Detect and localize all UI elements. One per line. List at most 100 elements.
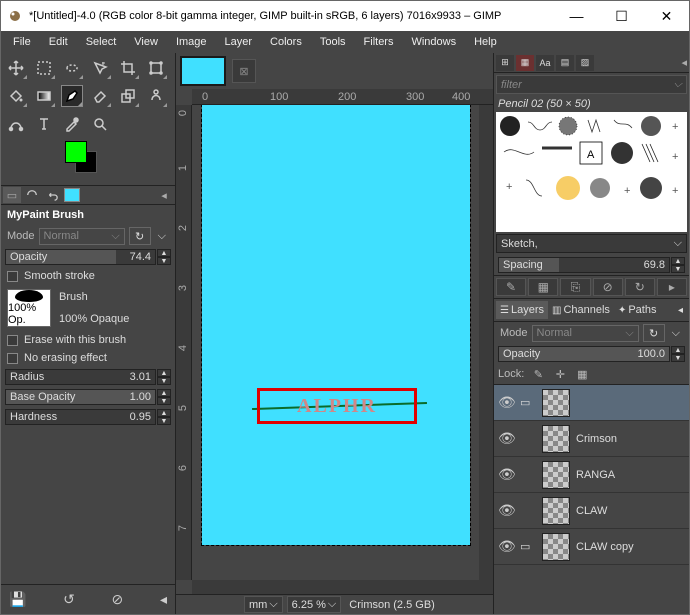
brush-grid[interactable]: + A + + + +	[496, 112, 687, 232]
layer-opacity-slider[interactable]: Opacity100.0▲▼	[494, 344, 689, 364]
fuzzy-select-tool[interactable]	[89, 57, 111, 79]
crop-tool[interactable]	[117, 57, 139, 79]
layer-row[interactable]: 👁RANGA	[494, 457, 689, 493]
eye-icon[interactable]: 👁	[498, 502, 514, 519]
channels-tab[interactable]: ▥Channels	[548, 301, 614, 319]
transform-tool[interactable]	[145, 57, 167, 79]
undo-tab[interactable]	[43, 187, 61, 203]
layer-mode-reset[interactable]: ↻	[643, 324, 665, 342]
save-preset-icon[interactable]: 💾	[9, 591, 26, 608]
brush-filter[interactable]: filter⌵	[496, 75, 687, 94]
mypaint-brush-tool[interactable]	[61, 85, 83, 107]
mode-select[interactable]: Normal⌵	[39, 228, 125, 245]
opacity-slider[interactable]: Opacity74.4 ▲▼	[1, 247, 175, 267]
maximize-button[interactable]: ☐	[599, 1, 644, 31]
canvas[interactable]	[202, 105, 470, 545]
canvas-area[interactable]: ALPHR	[192, 105, 479, 580]
zoom-select[interactable]: 6.25 %⌵	[287, 596, 342, 613]
dup-brush-icon[interactable]: ⎘	[560, 278, 590, 296]
delete-preset-icon[interactable]: ⊘	[112, 591, 124, 608]
del-brush-icon[interactable]: ⊘	[593, 278, 623, 296]
noerase-check[interactable]: No erasing effect	[1, 349, 175, 367]
images-tab[interactable]	[63, 187, 81, 203]
menu-edit[interactable]: Edit	[41, 33, 76, 51]
radius-slider[interactable]: Radius3.01▲▼	[1, 367, 175, 387]
layers-tab[interactable]: ☰Layers	[496, 301, 548, 319]
hardness-slider[interactable]: Hardness0.95▲▼	[1, 407, 175, 427]
restore-preset-icon[interactable]: ↺	[63, 591, 75, 608]
close-button[interactable]: ✕	[644, 1, 689, 31]
color-picker-tool[interactable]	[61, 113, 83, 135]
open-brush-icon[interactable]: ▸	[657, 278, 687, 296]
configure-tab-icon[interactable]: ◂	[155, 187, 173, 203]
paths-tool[interactable]	[5, 113, 27, 135]
eraser-tool[interactable]	[89, 85, 111, 107]
gradient-tab[interactable]: ▨	[576, 55, 594, 71]
text-tool[interactable]	[33, 113, 55, 135]
zoom-tool[interactable]	[89, 113, 111, 135]
free-select-tool[interactable]	[61, 57, 83, 79]
menu-image[interactable]: Image	[168, 33, 215, 51]
new-brush-icon[interactable]: ▦	[528, 278, 558, 296]
gradient-tool[interactable]	[33, 85, 55, 107]
menu-view[interactable]: View	[126, 33, 166, 51]
rect-select-tool[interactable]	[33, 57, 55, 79]
history-tab[interactable]: ▤	[556, 55, 574, 71]
menu-windows[interactable]: Windows	[403, 33, 464, 51]
eye-icon[interactable]: 👁	[498, 394, 514, 411]
configure-right-icon[interactable]: ◂	[681, 56, 687, 69]
lock-pixels-icon[interactable]: ✎	[530, 366, 546, 382]
menu-tools[interactable]: Tools	[312, 33, 354, 51]
menu-help[interactable]: Help	[466, 33, 505, 51]
device-tab[interactable]	[23, 187, 41, 203]
smudge-tool[interactable]	[145, 85, 167, 107]
smooth-stroke-check[interactable]: Smooth stroke	[1, 267, 175, 285]
layer-row[interactable]: 👁CLAW	[494, 493, 689, 529]
lock-alpha-icon[interactable]: ▦	[574, 366, 590, 382]
close-tab-icon[interactable]: ⊠	[232, 59, 256, 83]
menu-file[interactable]: File	[5, 33, 39, 51]
layer-mode-select[interactable]: Normal⌵	[532, 325, 639, 342]
configure-layers-icon[interactable]: ◂	[674, 301, 687, 319]
reset-preset-icon[interactable]: ◂	[160, 591, 167, 608]
mode-menu[interactable]: ⌵	[155, 230, 169, 243]
color-swatches[interactable]	[65, 141, 105, 177]
erase-check[interactable]: Erase with this brush	[1, 331, 175, 349]
layer-row[interactable]: 👁Crimson	[494, 421, 689, 457]
menu-select[interactable]: Select	[78, 33, 125, 51]
bucket-tool[interactable]	[5, 85, 27, 107]
brushes-tab[interactable]: ⊞	[496, 55, 514, 71]
menu-colors[interactable]: Colors	[262, 33, 310, 51]
ruler-vertical[interactable]: 0 1 2 3 4 5 6 7	[176, 105, 192, 580]
brush-preview[interactable]: 100% Op.	[7, 289, 51, 327]
patterns-tab[interactable]: ▦	[516, 55, 534, 71]
refresh-brush-icon[interactable]: ↻	[625, 278, 655, 296]
brush-preset-select[interactable]: Sketch,⌵	[496, 234, 687, 253]
layer-row[interactable]: 👁▭	[494, 385, 689, 421]
scrollbar-horizontal[interactable]	[192, 580, 493, 594]
eye-icon[interactable]: 👁	[498, 466, 514, 483]
link-icon[interactable]: ▭	[520, 540, 536, 553]
document-tab[interactable]	[180, 56, 226, 86]
move-tool[interactable]	[5, 57, 27, 79]
eye-icon[interactable]: 👁	[498, 538, 514, 555]
clone-tool[interactable]	[117, 85, 139, 107]
layer-row[interactable]: 👁▭CLAW copy	[494, 529, 689, 565]
ruler-horizontal[interactable]: 0 100 200 300 400	[192, 89, 493, 105]
unit-select[interactable]: mm⌵	[244, 596, 283, 613]
scrollbar-vertical[interactable]	[479, 105, 493, 580]
fonts-tab[interactable]: Aa	[536, 55, 554, 71]
tooloptions-tab[interactable]: ▭	[3, 187, 21, 203]
menu-layer[interactable]: Layer	[217, 33, 261, 51]
baseop-slider[interactable]: Base Opacity1.00▲▼	[1, 387, 175, 407]
eye-icon[interactable]: 👁	[498, 430, 514, 447]
paths-tab[interactable]: ✦Paths	[614, 301, 661, 319]
mode-reset[interactable]: ↻	[129, 227, 151, 245]
lock-position-icon[interactable]: ✛	[552, 366, 568, 382]
link-icon[interactable]: ▭	[520, 396, 536, 409]
menu-filters[interactable]: Filters	[356, 33, 402, 51]
fg-color[interactable]	[65, 141, 87, 163]
spacing-slider[interactable]: Spacing69.8▲▼	[494, 255, 689, 275]
edit-brush-icon[interactable]: ✎	[496, 278, 526, 296]
minimize-button[interactable]: —	[554, 1, 599, 31]
